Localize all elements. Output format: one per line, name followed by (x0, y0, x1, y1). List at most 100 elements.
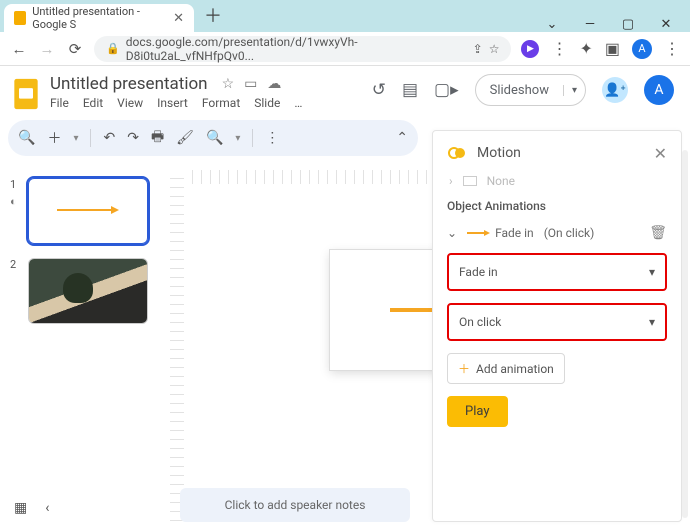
nav-back-icon[interactable]: ← (10, 40, 28, 58)
menu-edit[interactable]: Edit (83, 96, 103, 110)
speaker-notes-hint: Click to add speaker notes (225, 498, 366, 512)
menu-format[interactable]: Format (202, 96, 240, 110)
menu-insert[interactable]: Insert (157, 96, 188, 110)
window-maximize-icon[interactable]: ▢ (620, 17, 636, 32)
favicon-icon (14, 11, 26, 25)
profile-avatar[interactable]: A (632, 39, 652, 59)
add-animation-button[interactable]: ＋ Add animation (447, 353, 565, 384)
window-close-icon[interactable]: ✕ (658, 17, 674, 32)
delete-animation-icon[interactable]: 🗑 (649, 225, 667, 241)
lock-icon: 🔒 (106, 42, 120, 55)
doc-move-icon[interactable]: ▭ (244, 76, 257, 92)
play-label: Play (465, 404, 490, 419)
doc-title[interactable]: Untitled presentation (50, 74, 208, 94)
transition-label: None (487, 175, 515, 187)
panel-header: Motion ✕ (447, 143, 667, 163)
separator (252, 129, 253, 147)
menu-bar: File Edit View Insert Format Slide … (50, 96, 302, 110)
chevron-down-icon[interactable]: ⌄ (447, 226, 457, 240)
ext-menu-icon[interactable]: ⋮ (551, 39, 567, 58)
window-controls: ⌄ — ▢ ✕ (544, 13, 690, 32)
slides-app-icon[interactable] (12, 76, 40, 112)
meet-icon[interactable]: ▢▸ (434, 80, 459, 100)
browser-titlebar: Untitled presentation - Google S ✕ ＋ ⌄ —… (0, 0, 690, 32)
motion-panel: Motion ✕ › None Object Animations ⌄ Fade… (432, 130, 682, 522)
slide-thumb-1[interactable] (28, 178, 148, 244)
header-right: ↺ ▤ ▢▸ Slideshow ▾ 👤⁺ A (372, 74, 674, 106)
animation-type-select[interactable]: Fade in ▾ (447, 253, 667, 291)
toolbar-collapse-icon[interactable]: ⌃ (396, 130, 408, 146)
add-animation-label: Add animation (476, 362, 554, 376)
thumb-row: 1 ◐ (10, 178, 160, 244)
zoom-dd-icon[interactable]: ▾ (235, 133, 240, 144)
motion-icon (447, 143, 467, 163)
history-icon[interactable]: ↺ (372, 80, 386, 100)
comments-icon[interactable]: ▤ (402, 80, 418, 100)
dropdown-icon: ▾ (649, 265, 655, 279)
arrow-shape-icon (57, 209, 113, 211)
print-icon[interactable]: 🖶 (151, 126, 164, 150)
tab-title: Untitled presentation - Google S (32, 5, 167, 31)
chevron-right-icon: › (449, 175, 453, 187)
share-button[interactable]: 👤⁺ (602, 77, 628, 103)
more-tools-icon[interactable]: ⋮ (265, 130, 279, 146)
extension-icons: ▶ ⋮ ✦ ▣ A ⋮ (521, 39, 680, 59)
dropdown-icon: ▾ (649, 315, 655, 329)
transition-row[interactable]: › None (447, 175, 667, 187)
nav-reload-icon[interactable]: ⟳ (66, 40, 84, 58)
toolbar: 🔍 ＋ ▾ ↶ ↷ 🖶 🖌 🔍 ▾ ⋮ ⌃ (8, 120, 418, 156)
doc-star-icon[interactable]: ☆ (222, 76, 235, 92)
bookmark-star-icon[interactable]: ☆ (489, 42, 500, 56)
ext-box-icon[interactable]: ▣ (605, 39, 620, 58)
slide-icon (463, 176, 477, 186)
slideshow-button[interactable]: Slideshow ▾ (475, 74, 586, 106)
speaker-notes[interactable]: Click to add speaker notes (180, 488, 410, 522)
panel-close-icon[interactable]: ✕ (654, 144, 667, 163)
slideshow-label: Slideshow (476, 83, 563, 98)
slideshow-dropdown-icon[interactable]: ▾ (563, 85, 585, 96)
browser-menu-icon[interactable]: ⋮ (664, 39, 680, 58)
doc-cloud-icon[interactable]: ☁ (267, 76, 281, 92)
plus-icon: ＋ (458, 360, 470, 377)
anim-type-label: Fade in (495, 226, 534, 240)
animation-item[interactable]: ⌄ Fade in (On click) 🗑 (447, 225, 667, 241)
share-url-icon[interactable]: ⇪ (473, 42, 483, 56)
address-field[interactable]: 🔒 docs.google.com/presentation/d/1vwxyVh… (94, 36, 511, 62)
search-icon[interactable]: 🔍 (18, 130, 35, 146)
menu-view[interactable]: View (117, 96, 143, 110)
play-button[interactable]: Play (447, 396, 508, 427)
window-dropdown-icon[interactable]: ⌄ (544, 17, 560, 32)
animation-trigger-select[interactable]: On click ▾ (447, 303, 667, 341)
new-tab-button[interactable]: ＋ (204, 2, 222, 28)
separator (90, 129, 91, 147)
tab-close-icon[interactable]: ✕ (173, 11, 184, 26)
undo-icon[interactable]: ↶ (103, 130, 115, 146)
animation-trigger-value: On click (459, 315, 501, 329)
redo-icon[interactable]: ↷ (127, 130, 139, 146)
anim-trigger-label: (On click) (544, 226, 595, 240)
account-avatar[interactable]: A (644, 75, 674, 105)
menu-slide[interactable]: Slide (254, 96, 280, 110)
new-slide-button[interactable]: ＋ (47, 128, 61, 148)
photo-placeholder (29, 259, 147, 323)
doc-title-block: Untitled presentation ☆ ▭ ☁ File Edit Vi… (50, 74, 302, 110)
menu-file[interactable]: File (50, 96, 69, 110)
ext-puzzle-icon[interactable]: ✦ (579, 39, 592, 58)
slide-thumbnails: 1 ◐ 2 (0, 170, 170, 528)
paint-format-icon[interactable]: 🖌 (176, 130, 194, 146)
menu-more[interactable]: … (294, 96, 302, 110)
ruler-vertical (170, 170, 184, 528)
slides-header: Untitled presentation ☆ ▭ ☁ File Edit Vi… (0, 66, 690, 112)
nav-forward-icon: → (38, 40, 56, 58)
filmstrip-back-icon[interactable]: ‹ (45, 500, 49, 516)
zoom-icon[interactable]: 🔍 (206, 130, 223, 146)
animation-type-value: Fade in (459, 265, 498, 279)
window-minimize-icon[interactable]: — (582, 17, 598, 32)
slide-number: 2 (10, 258, 20, 271)
ext-play-icon[interactable]: ▶ (521, 40, 539, 58)
slide-thumb-2[interactable] (28, 258, 148, 324)
new-slide-dd-icon[interactable]: ▾ (73, 133, 78, 144)
panel-scrollbar[interactable] (682, 150, 688, 518)
browser-tab[interactable]: Untitled presentation - Google S ✕ (4, 4, 194, 32)
grid-view-icon[interactable]: ▦ (14, 500, 27, 516)
